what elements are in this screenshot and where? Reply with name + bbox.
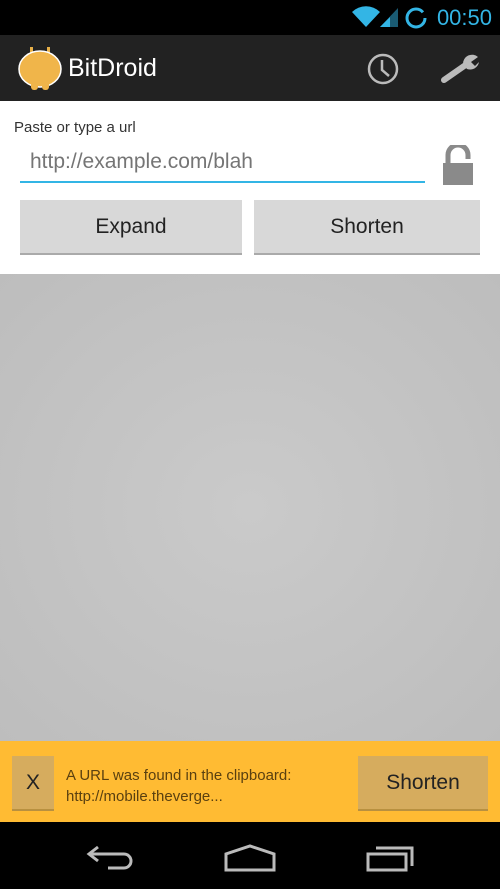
settings-wrench-icon[interactable]	[441, 52, 481, 84]
status-bar: 00:50	[0, 0, 500, 35]
wifi-icon	[352, 6, 380, 28]
action-bar: BitDroid	[0, 35, 500, 101]
unlocked-padlock-icon[interactable]	[442, 145, 474, 187]
recent-apps-icon[interactable]	[366, 844, 416, 872]
banner-message: A URL was found in the clipboard: http:/…	[66, 765, 291, 807]
results-area	[0, 274, 500, 741]
url-form: Paste or type a url Expand Shorten	[0, 101, 500, 274]
clock-time: 00:50	[436, 5, 492, 30]
expand-button[interactable]: Expand	[20, 200, 242, 255]
history-icon[interactable]	[367, 53, 399, 85]
sync-icon	[405, 7, 427, 29]
banner-message-line1: A URL was found in the clipboard:	[66, 767, 292, 784]
url-label: Paste or type a url	[14, 119, 136, 136]
signal-icon	[380, 8, 398, 27]
home-icon[interactable]	[224, 844, 276, 872]
navigation-bar	[0, 822, 500, 889]
app-title: BitDroid	[68, 54, 157, 82]
clipboard-banner: X A URL was found in the clipboard: http…	[0, 741, 500, 822]
banner-message-line2: http://mobile.theverge...	[66, 788, 223, 805]
shorten-button[interactable]: Shorten	[254, 200, 480, 255]
url-input[interactable]	[20, 143, 425, 183]
banner-shorten-button[interactable]: Shorten	[358, 756, 488, 811]
dismiss-banner-button[interactable]: X	[12, 756, 54, 811]
app-logo-icon[interactable]	[18, 45, 62, 91]
back-icon[interactable]	[86, 844, 136, 872]
